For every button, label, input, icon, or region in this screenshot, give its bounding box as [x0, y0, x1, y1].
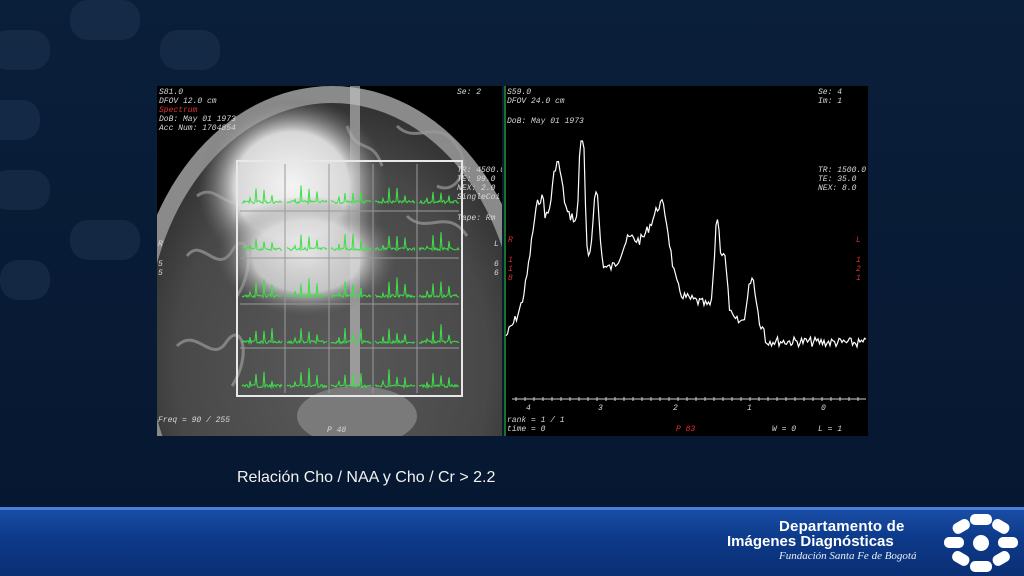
spectrum-right-index-2: 2 [856, 265, 861, 274]
spectrum-param-1: TR: 1500.0 [818, 166, 867, 175]
mri-header-line-4: DoB: May 01 1973 [159, 115, 236, 124]
spectrum-time-label: time = 0 [507, 425, 546, 434]
mri-position-label: P 48 [327, 426, 347, 435]
mri-freq-label: Freq = 90 / 255 [158, 416, 231, 425]
spectrum-level-label: L = 1 [818, 425, 843, 434]
spectrum-left-index-3: 8 [508, 274, 513, 283]
institution-name: Fundación Santa Fe de Bogotá [779, 550, 917, 562]
mri-right-orientation: L [494, 240, 499, 249]
mri-left-index-2: 5 [158, 269, 163, 278]
spectrum-curve [505, 140, 867, 349]
mri-header-line-3: Spectrum [159, 106, 198, 115]
spectrum-right-orientation: L [856, 236, 861, 245]
mri-param-4: SingleCoil [457, 193, 502, 202]
department-title-line-2: Imágenes Diagnósticas [727, 533, 894, 550]
mri-param-5: Tape: Rm [457, 214, 496, 223]
spectrum-window-label: W = 0 [772, 425, 797, 434]
mri-header-line-1: S81.0 [159, 88, 184, 97]
mri-right-index-1: 6 [494, 260, 499, 269]
slide: S81.0 DFOV 12.0 cm Spectrum DoB: May 01 … [0, 0, 1024, 576]
spectrum-tick-label-3: 3 [598, 404, 603, 413]
slide-caption: Relación Cho / NAA y Cho / Cr > 2.2 [237, 469, 496, 486]
spectrum-header-line-3: DoB: May 01 1973 [507, 117, 584, 126]
mri-param-2: TE: 99.0 [457, 175, 496, 184]
mri-brain-image [157, 86, 502, 436]
spectrum-right-index-1: 1 [856, 256, 861, 265]
spectrum-param-2: TE: 35.0 [818, 175, 857, 184]
mri-image-panel: S81.0 DFOV 12.0 cm Spectrum DoB: May 01 … [157, 86, 502, 436]
spectrum-panel: S59.0 DFOV 24.0 cm DoB: May 01 1973 Se: … [504, 86, 868, 436]
spectrum-image-label: Im: 1 [818, 97, 843, 106]
mri-left-index-1: 5 [158, 260, 163, 269]
spectrum-tick-label-4: 4 [526, 404, 531, 413]
fundacion-logo-icon [944, 514, 1018, 572]
mri-right-index-2: 6 [494, 269, 499, 278]
spectrum-tick-label-0: 0 [821, 404, 826, 413]
spectrum-header-line-2: DFOV 24.0 cm [507, 97, 565, 106]
mri-param-1: TR: 4500.0 [457, 166, 502, 175]
spectrum-rank-label: rank = 1 / 1 [507, 416, 565, 425]
mri-header-line-5: Acc Num: 1704854 [159, 124, 236, 133]
spectrum-left-index-2: 1 [508, 265, 513, 274]
spectrum-param-3: NEX: 8.0 [818, 184, 857, 193]
spectrum-left-index-1: 1 [508, 256, 513, 265]
mri-header-line-2: DFOV 12.0 cm [159, 97, 217, 106]
mri-param-3: NEX: 2.0 [457, 184, 496, 193]
spectrum-header-line-1: S59.0 [507, 88, 532, 97]
mri-series-label: Se: 2 [457, 88, 482, 97]
footer-divider [0, 507, 1024, 510]
spectrum-plot [504, 86, 867, 436]
spectrum-tick-label-1: 1 [747, 404, 752, 413]
spectrum-position-label: P 83 [676, 425, 696, 434]
spectrum-series-label: Se: 4 [818, 88, 843, 97]
spectrum-right-index-3: 1 [856, 274, 861, 283]
mri-left-orientation: R [158, 240, 163, 249]
spectrum-tick-label-2: 2 [673, 404, 678, 413]
spectrum-left-orientation: R [508, 236, 513, 245]
